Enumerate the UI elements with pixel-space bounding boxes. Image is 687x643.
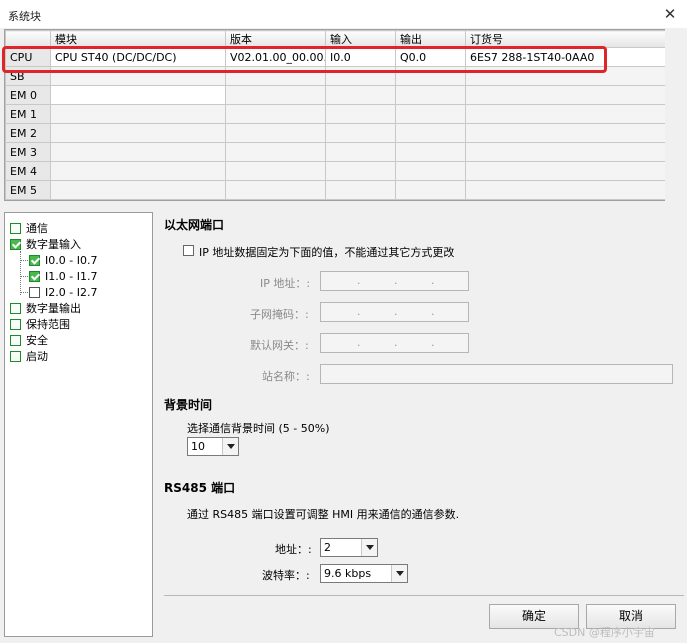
checkbox-checked-icon — [29, 271, 40, 282]
tree-item-retentive[interactable]: 保持范围 — [10, 317, 70, 333]
slot-cell: EM 3 — [5, 142, 51, 162]
tree-item-comm[interactable]: 通信 — [10, 221, 48, 237]
tree-item-di-2[interactable]: I2.0 - I2.7 — [29, 285, 97, 301]
chevron-down-icon — [222, 438, 238, 455]
col-input: 输入 — [325, 30, 396, 48]
settings-panel: 以太网端口 IP 地址数据固定为下面的值，不能通过其它方式更改 IP 地址：: … — [156, 212, 687, 643]
table-row[interactable]: EM 2 — [5, 123, 666, 143]
highlight-annotation — [2, 46, 607, 73]
table-row[interactable]: EM 1 — [5, 104, 666, 124]
subnet-mask-field[interactable]: ... — [320, 302, 469, 322]
chevron-down-icon — [361, 539, 377, 556]
checkbox-icon — [10, 303, 21, 314]
baud-rate-select[interactable]: 9.6 kbps — [320, 564, 408, 583]
checkbox-icon — [10, 319, 21, 330]
window-title: 系统块 — [8, 10, 41, 23]
close-icon[interactable]: ✕ — [662, 6, 678, 22]
slot-cell: EM 5 — [5, 180, 51, 200]
ip-label: IP 地址：: — [260, 277, 311, 290]
tree-item-digital-output[interactable]: 数字量输出 — [10, 301, 81, 317]
settings-tree: 通信 数字量输入 I0.0 - I0.7 I1.0 - I1.7 I2.0 - … — [4, 212, 153, 637]
background-label: 选择通信背景时间 (5 - 50%) — [187, 422, 330, 435]
ip-address-field[interactable]: ... — [320, 271, 469, 291]
rs485-description: 通过 RS485 端口设置可调整 HMI 用来通信的通信参数. — [187, 508, 460, 521]
tree-item-di-0[interactable]: I0.0 - I0.7 — [29, 253, 97, 269]
table-row[interactable]: EM 3 — [5, 142, 666, 162]
fixed-ip-checkbox[interactable] — [183, 245, 194, 256]
module-cell[interactable] — [50, 180, 226, 200]
col-order: 订货号 — [465, 30, 666, 48]
tree-item-digital-input[interactable]: 数字量输入 — [10, 237, 81, 253]
tree-item-startup[interactable]: 启动 — [10, 349, 48, 365]
table-row[interactable]: EM 0 — [5, 85, 666, 105]
col-version: 版本 — [225, 30, 326, 48]
baud-label: 波特率：: — [262, 569, 310, 582]
col-module: 模块 — [50, 30, 226, 48]
col-output: 输出 — [395, 30, 466, 48]
table-header-row: 模块 版本 输入 输出 订货号 — [5, 30, 666, 48]
slot-cell: EM 1 — [5, 104, 51, 124]
checkbox-checked-icon — [29, 255, 40, 266]
background-time-select[interactable]: 10 — [187, 437, 239, 456]
module-cell[interactable] — [50, 123, 226, 143]
table-row[interactable]: EM 5 — [5, 180, 666, 200]
title-bar — [0, 0, 687, 28]
address-label: 地址：: — [275, 543, 312, 556]
rs485-heading: RS485 端口 — [164, 481, 236, 495]
checkbox-checked-icon — [10, 239, 21, 250]
grid-scroll-area — [665, 29, 685, 201]
slot-cell: EM 4 — [5, 161, 51, 181]
checkbox-icon — [10, 351, 21, 362]
table-row[interactable]: EM 4 — [5, 161, 666, 181]
tree-item-security[interactable]: 安全 — [10, 333, 48, 349]
background-heading: 背景时间 — [164, 398, 213, 412]
slot-cell: EM 2 — [5, 123, 51, 143]
module-cell[interactable] — [50, 85, 226, 105]
address-select[interactable]: 2 — [320, 538, 378, 557]
watermark: CSDN @程序小宇宙 — [554, 626, 655, 639]
module-cell[interactable] — [50, 104, 226, 124]
gateway-label: 默认网关：: — [250, 339, 309, 352]
checkbox-icon — [10, 335, 21, 346]
checkbox-icon — [10, 223, 21, 234]
subnet-label: 子网掩码：: — [250, 308, 309, 321]
gateway-field[interactable]: ... — [320, 333, 469, 353]
module-cell[interactable] — [50, 142, 226, 162]
checkbox-icon — [29, 287, 40, 298]
divider — [164, 595, 684, 596]
tree-item-di-1[interactable]: I1.0 - I1.7 — [29, 269, 97, 285]
station-name-field[interactable] — [320, 364, 673, 384]
fixed-ip-label: IP 地址数据固定为下面的值，不能通过其它方式更改 — [199, 246, 455, 259]
station-label: 站名称：: — [262, 370, 310, 383]
module-cell[interactable] — [50, 161, 226, 181]
ethernet-heading: 以太网端口 — [164, 218, 225, 232]
slot-cell: EM 0 — [5, 85, 51, 105]
col-slot — [5, 30, 51, 48]
chevron-down-icon — [391, 565, 407, 582]
